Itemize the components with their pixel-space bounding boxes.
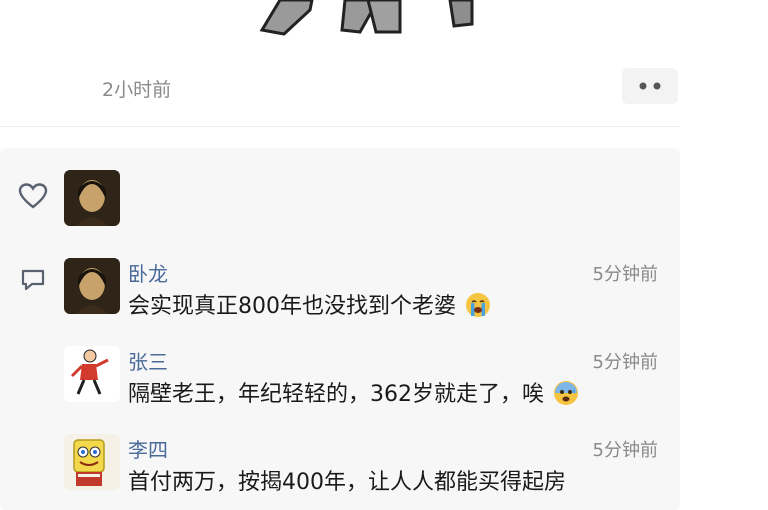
commenter-avatar[interactable] bbox=[64, 434, 120, 490]
comment-text-content: 会实现真正800年也没找到个老婆 bbox=[128, 294, 456, 319]
sponge-character-avatar-icon bbox=[64, 434, 120, 490]
commenter-avatar[interactable] bbox=[64, 346, 120, 402]
portrait-avatar-icon bbox=[64, 170, 120, 226]
comment-panel: 卧龙 5分钟前 会实现真正800年也没找到个老婆 张三 5分钟前 隔壁老王，年纪… bbox=[0, 148, 680, 510]
comment-text-content: 隔壁老王，年纪轻轻的，362岁就走了，唉 bbox=[128, 382, 544, 407]
comment-time: 5分钟前 bbox=[592, 352, 658, 373]
comment-text-content: 首付两万，按揭400年，让人人都能买得起房 bbox=[128, 470, 566, 495]
commenter-name[interactable]: 张三 bbox=[128, 346, 168, 375]
anxious-face-emoji-icon bbox=[554, 381, 578, 405]
cartoon-figure-avatar-icon bbox=[64, 346, 120, 402]
more-dots-icon bbox=[639, 82, 661, 90]
portrait-avatar-icon bbox=[64, 258, 120, 314]
commenter-avatar[interactable] bbox=[64, 258, 120, 314]
crying-face-emoji-icon bbox=[466, 293, 490, 317]
comment-text: 隔壁老王，年纪轻轻的，362岁就走了，唉 bbox=[128, 376, 579, 408]
comment-text: 首付两万，按揭400年，让人人都能买得起房 bbox=[128, 464, 566, 496]
heart-icon[interactable] bbox=[18, 182, 48, 210]
comment-time: 5分钟前 bbox=[592, 264, 658, 285]
commenter-name[interactable]: 卧龙 bbox=[128, 258, 168, 287]
comment-time: 5分钟前 bbox=[592, 440, 658, 461]
more-options-button[interactable] bbox=[622, 68, 678, 104]
commenter-name[interactable]: 李四 bbox=[128, 434, 168, 463]
comment-bubble-icon[interactable] bbox=[20, 268, 46, 292]
post-time: 2小时前 bbox=[102, 79, 172, 101]
divider bbox=[0, 126, 680, 127]
liker-avatar[interactable] bbox=[64, 170, 120, 226]
post-image[interactable] bbox=[250, 0, 490, 40]
comment-text: 会实现真正800年也没找到个老婆 bbox=[128, 288, 491, 320]
post-meta: 2小时前 bbox=[0, 60, 680, 120]
